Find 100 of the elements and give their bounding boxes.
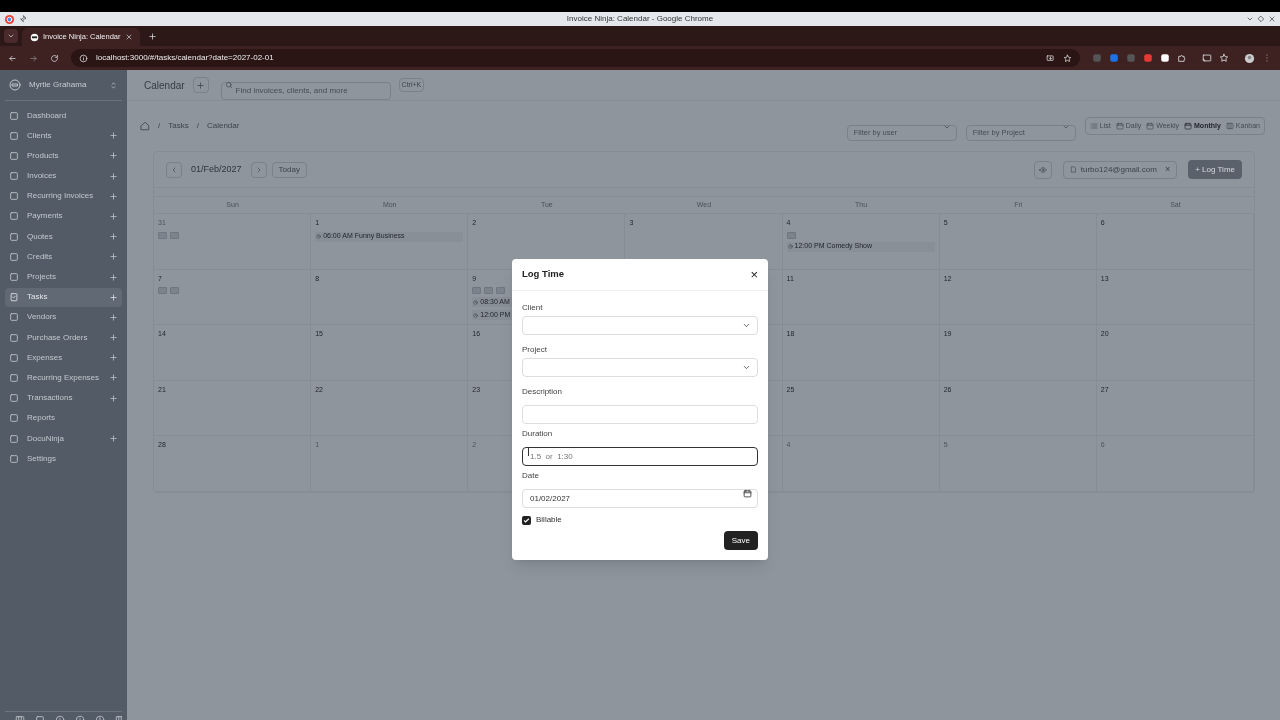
plus-icon[interactable] [109,171,118,181]
close-icon[interactable] [1268,15,1276,23]
plus-icon[interactable] [109,292,118,302]
checkbox[interactable] [522,515,531,525]
pin-icon [19,15,27,23]
menu-item-icon [9,171,19,182]
view-icon [1089,122,1098,130]
footer-icon[interactable] [55,715,65,720]
sidebar-item[interactable]: Dashboard [5,106,122,125]
plus-icon[interactable] [109,131,118,141]
select-field[interactable] [522,358,758,377]
field-label: Date [522,471,539,481]
minimize-icon[interactable] [1246,15,1254,23]
tab-list-button[interactable] [4,29,18,43]
menu-item-icon [9,251,19,262]
search-field[interactable]: Find invoices, clients, and more [220,81,391,100]
page-title: Calendar [144,78,185,93]
plus-icon[interactable] [109,312,118,322]
sidebar-item[interactable]: Recurring Expenses [5,368,122,388]
sidebar-item[interactable]: Tasks [5,287,122,307]
breadcrumb-separator: / [158,120,161,132]
forward-icon[interactable] [29,53,38,63]
eye-icon [1038,165,1047,174]
menu-item-icon [9,413,19,424]
menu-item-icon [9,211,19,222]
install-icon[interactable] [1046,53,1055,63]
clock-icon [473,312,479,318]
footer-icon[interactable] [95,715,105,720]
close-button[interactable]: × [750,268,758,281]
footer-icon[interactable] [35,715,45,720]
plus-icon[interactable] [109,191,118,201]
switch-account-icon[interactable] [109,80,118,90]
input-field[interactable]: 1.5 or 1:30 [522,447,758,466]
close-icon[interactable] [124,33,133,41]
back-icon[interactable] [8,53,17,63]
plus-icon[interactable] [109,151,118,161]
footer-icon[interactable] [15,715,25,720]
puzzle-icon[interactable] [1177,53,1187,63]
sidebar-item[interactable]: DocuNinja [5,429,122,448]
visibility-button[interactable] [1033,160,1052,179]
bookmark-star-icon[interactable] [1063,53,1072,63]
today-button[interactable]: Today [271,161,307,178]
plus-icon[interactable] [109,333,118,343]
menu-item-icon [9,272,19,282]
sidebar-item[interactable]: Settings [5,449,122,469]
reading-list-icon[interactable] [1219,53,1229,63]
sidebar-item[interactable]: Reports [5,408,122,428]
plus-icon[interactable] [109,353,118,363]
date-field[interactable]: 01/02/2027 [522,489,758,508]
menu-item-icon [9,292,19,303]
dialog-title: Log Time [522,267,565,282]
plus-icon[interactable] [109,211,118,221]
sidebar-item[interactable]: Vendors [5,307,122,327]
breadcrumb-link[interactable]: Tasks [168,120,189,132]
select-field[interactable] [522,316,758,335]
profile-avatar-icon[interactable] [1244,52,1255,64]
chevron-down-icon [742,321,751,330]
log-time-button[interactable]: + Log Time [1188,160,1242,179]
sidebar-item[interactable]: Clients [5,126,122,146]
sidebar-item[interactable]: Purchase Orders [5,328,122,348]
menu-item-icon [9,110,19,121]
sidebar-item[interactable]: Recurring Invoices [5,186,122,206]
remove-button[interactable]: × [1164,162,1171,177]
plus-icon[interactable] [109,373,118,383]
checkbox-label: Billable [536,514,562,526]
sidebar-item[interactable]: Expenses [5,348,122,368]
sidebar-item[interactable]: Quotes [5,227,122,247]
sidebar-item[interactable]: Transactions [5,388,122,408]
user-email: turbo124@gmail.com [1080,163,1157,176]
footer-icon[interactable] [115,715,122,720]
sidebar-item[interactable]: Payments [5,206,122,226]
home-icon[interactable] [140,121,150,131]
calendar-icon[interactable] [743,489,752,498]
clock-icon [316,234,322,239]
sidebar-item[interactable]: Invoices [5,166,122,186]
window-title: Invoice Ninja: Calendar - Google Chrome [566,13,714,25]
new-tab-icon[interactable] [148,32,157,41]
breadcrumb-link[interactable]: Calendar [206,120,240,132]
plus-icon[interactable] [109,434,118,443]
chevron-down-icon [742,363,751,372]
footer-icon[interactable] [75,715,85,720]
sidebar-item[interactable]: Products [5,146,122,166]
cast-icon[interactable] [1202,53,1212,63]
plus-icon[interactable] [109,393,118,403]
plus-icon[interactable] [109,272,118,282]
address-bar[interactable]: localhost:3000/#/tasks/calendar?date=2027-02-01 [71,49,1080,67]
user-chip[interactable]: turbo124@gmail.com × [1062,160,1178,179]
clock-icon [473,299,479,305]
field-label: Project [522,345,547,355]
view-icon [1225,122,1234,130]
menu-item-icon [9,372,19,383]
maximize-icon[interactable] [1257,15,1265,23]
sidebar-item[interactable]: Credits [5,247,122,267]
add-button[interactable] [192,77,209,93]
current-date: 01/Feb/2027 [190,162,243,176]
plus-icon[interactable] [109,252,118,262]
save-button[interactable]: Save [723,531,758,550]
reload-icon[interactable] [50,53,59,63]
plus-icon[interactable] [109,232,118,242]
sidebar-item[interactable]: Projects [5,267,122,287]
